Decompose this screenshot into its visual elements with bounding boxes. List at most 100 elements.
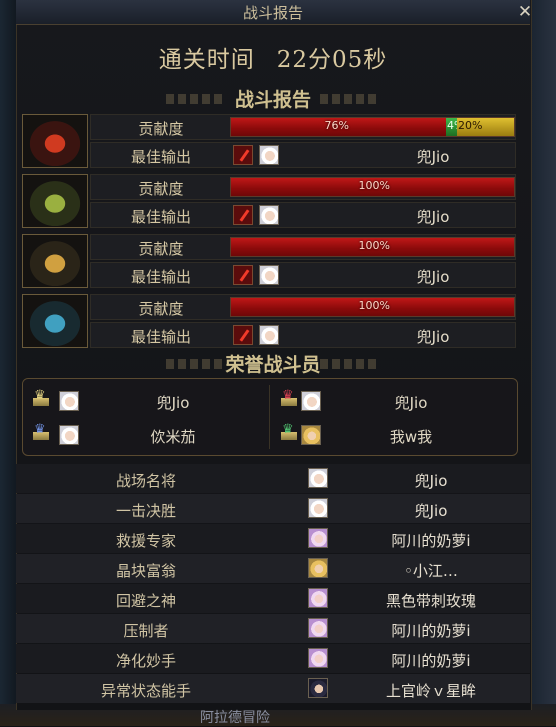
stat-row[interactable]: 异常状态能手 上官岭ｖ星眸 — [16, 674, 530, 703]
honor-name: 兜Jio — [156, 394, 190, 412]
heading-ornament-left — [166, 94, 226, 104]
contribution-row: 贡献度 100% — [90, 234, 516, 260]
best-output-row: 最佳输出 兜Jio — [90, 142, 516, 168]
best-output-label: 最佳输出 — [130, 328, 191, 346]
avatar-icon — [308, 498, 328, 518]
stat-player-name: 兜Jio — [414, 502, 448, 520]
contribution-row: 贡献度 100% — [90, 174, 516, 200]
stat-label: 一击决胜 — [115, 502, 176, 520]
green-crown-icon — [281, 422, 297, 440]
honor-entry[interactable]: 兜Jio — [23, 385, 269, 417]
stat-player-name: 阿川的奶萝i — [391, 532, 471, 550]
avatar-icon — [308, 678, 328, 698]
honor-heading: 荣誉战斗员 — [16, 350, 530, 377]
battle-report-heading: 战斗报告 — [16, 85, 530, 112]
avatar-icon — [308, 618, 328, 638]
weapon-icon — [233, 205, 253, 225]
stat-label: 晶块富翁 — [115, 562, 176, 580]
avatar-icon — [308, 648, 328, 668]
avatar-icon — [308, 528, 328, 548]
contribution-row: 贡献度 100% — [90, 294, 516, 320]
stat-player-name: 黑色带刺玫瑰 — [385, 592, 476, 610]
contribution-label: 贡献度 — [138, 180, 184, 198]
clear-time: 通关时间 22分05秒 — [16, 40, 530, 74]
stat-label: 异常状态能手 — [100, 682, 191, 700]
stat-row[interactable]: 净化妙手 阿川的奶萝i — [16, 644, 530, 673]
stat-row[interactable]: 救援专家 阿川的奶萝i — [16, 524, 530, 553]
avatar-icon — [308, 558, 328, 578]
best-output-label: 最佳输出 — [130, 268, 191, 286]
stat-row[interactable]: 回避之神 黑色带刺玫瑰 — [16, 584, 530, 613]
honor-name: 我w我 — [389, 428, 433, 446]
stat-row[interactable]: 一击决胜 兜Jio — [16, 494, 530, 523]
honor-entry[interactable]: 佽米茄 — [23, 419, 269, 451]
best-output-name: 兜Jio — [416, 328, 450, 346]
contribution-label: 贡献度 — [138, 120, 184, 138]
stat-row[interactable]: 战场名将 兜Jio — [16, 464, 530, 493]
gold-crown-icon — [33, 388, 49, 406]
stat-label: 净化妙手 — [115, 652, 176, 670]
title-bar: 战斗报告 — [16, 0, 530, 25]
battle-report-heading-text: 战斗报告 — [234, 89, 311, 111]
weapon-icon — [233, 145, 253, 165]
best-output-name: 兜Jio — [416, 268, 450, 286]
best-output-label: 最佳输出 — [130, 208, 191, 226]
window-title: 战斗报告 — [242, 4, 303, 22]
stat-label: 回避之神 — [115, 592, 176, 610]
close-button[interactable]: ✕ — [516, 3, 534, 21]
avatar-icon — [259, 145, 279, 165]
avatar-icon — [301, 391, 321, 411]
avatar-icon — [259, 325, 279, 345]
best-output-name: 兜Jio — [416, 208, 450, 226]
background-right — [530, 0, 556, 726]
red-flame-helmet-icon — [22, 114, 88, 168]
player-block: 贡献度 100% 最佳输出 兜Jio — [22, 174, 516, 228]
contribution-percent: 76% — [324, 119, 349, 132]
player-block: 贡献度 100% 最佳输出 兜Jio — [22, 234, 516, 288]
honor-divider — [269, 385, 270, 449]
blue-crest-helmet-icon — [22, 294, 88, 348]
blue-crown-icon — [33, 422, 49, 440]
clear-time-label: 通关时间 — [158, 47, 255, 73]
contribution-bar: 76% 4% 20% — [230, 117, 515, 137]
player-block: 贡献度 76% 4% 20% 最佳输出 兜Jio — [22, 114, 516, 168]
stat-player-name: 阿川的奶萝i — [391, 652, 471, 670]
stat-row[interactable]: 压制者 阿川的奶萝i — [16, 614, 530, 643]
stat-label: 战场名将 — [115, 472, 176, 490]
player-block: 贡献度 100% 最佳输出 兜Jio — [22, 294, 516, 348]
best-output-label: 最佳输出 — [130, 148, 191, 166]
stat-player-name: 兜Jio — [414, 472, 448, 490]
best-output-row: 最佳输出 兜Jio — [90, 202, 516, 228]
clear-time-value: 22分05秒 — [276, 47, 388, 73]
stat-player-name: 阿川的奶萝i — [391, 622, 471, 640]
contribution-row: 贡献度 76% 4% 20% — [90, 114, 516, 140]
stat-label: 压制者 — [123, 622, 169, 640]
honor-heading-text: 荣誉战斗员 — [225, 354, 321, 376]
honor-entry[interactable]: 我w我 — [271, 419, 517, 451]
heading-ornament-right — [320, 359, 380, 369]
best-output-row: 最佳输出 兜Jio — [90, 262, 516, 288]
contribution-bar: 100% — [230, 177, 515, 197]
contribution-percent: 100% — [358, 179, 390, 192]
heading-ornament-right — [320, 94, 380, 104]
contribution-percent: 20% — [458, 119, 483, 132]
avatar-icon — [59, 391, 79, 411]
bottom-text: 阿拉德冒险 — [200, 710, 270, 726]
contribution-bar: 100% — [230, 297, 515, 317]
avatar-icon — [301, 425, 321, 445]
red-crown-icon — [281, 388, 297, 406]
gold-horn-helmet-icon — [22, 234, 88, 288]
best-output-row: 最佳输出 兜Jio — [90, 322, 516, 348]
honor-box: 兜Jio 兜Jio 佽米茄 我w我 — [22, 378, 518, 456]
stat-player-name: 上官岭ｖ星眸 — [385, 682, 476, 700]
contribution-label: 贡献度 — [138, 300, 184, 318]
contribution-percent: 100% — [358, 239, 390, 252]
weapon-icon — [233, 325, 253, 345]
weapon-icon — [233, 265, 253, 285]
green-wing-helmet-icon — [22, 174, 88, 228]
avatar-icon — [59, 425, 79, 445]
honor-name: 兜Jio — [394, 394, 428, 412]
honor-entry[interactable]: 兜Jio — [271, 385, 517, 417]
stat-row[interactable]: 晶块富翁 ◦小江… — [16, 554, 530, 583]
contribution-percent: 100% — [358, 299, 390, 312]
